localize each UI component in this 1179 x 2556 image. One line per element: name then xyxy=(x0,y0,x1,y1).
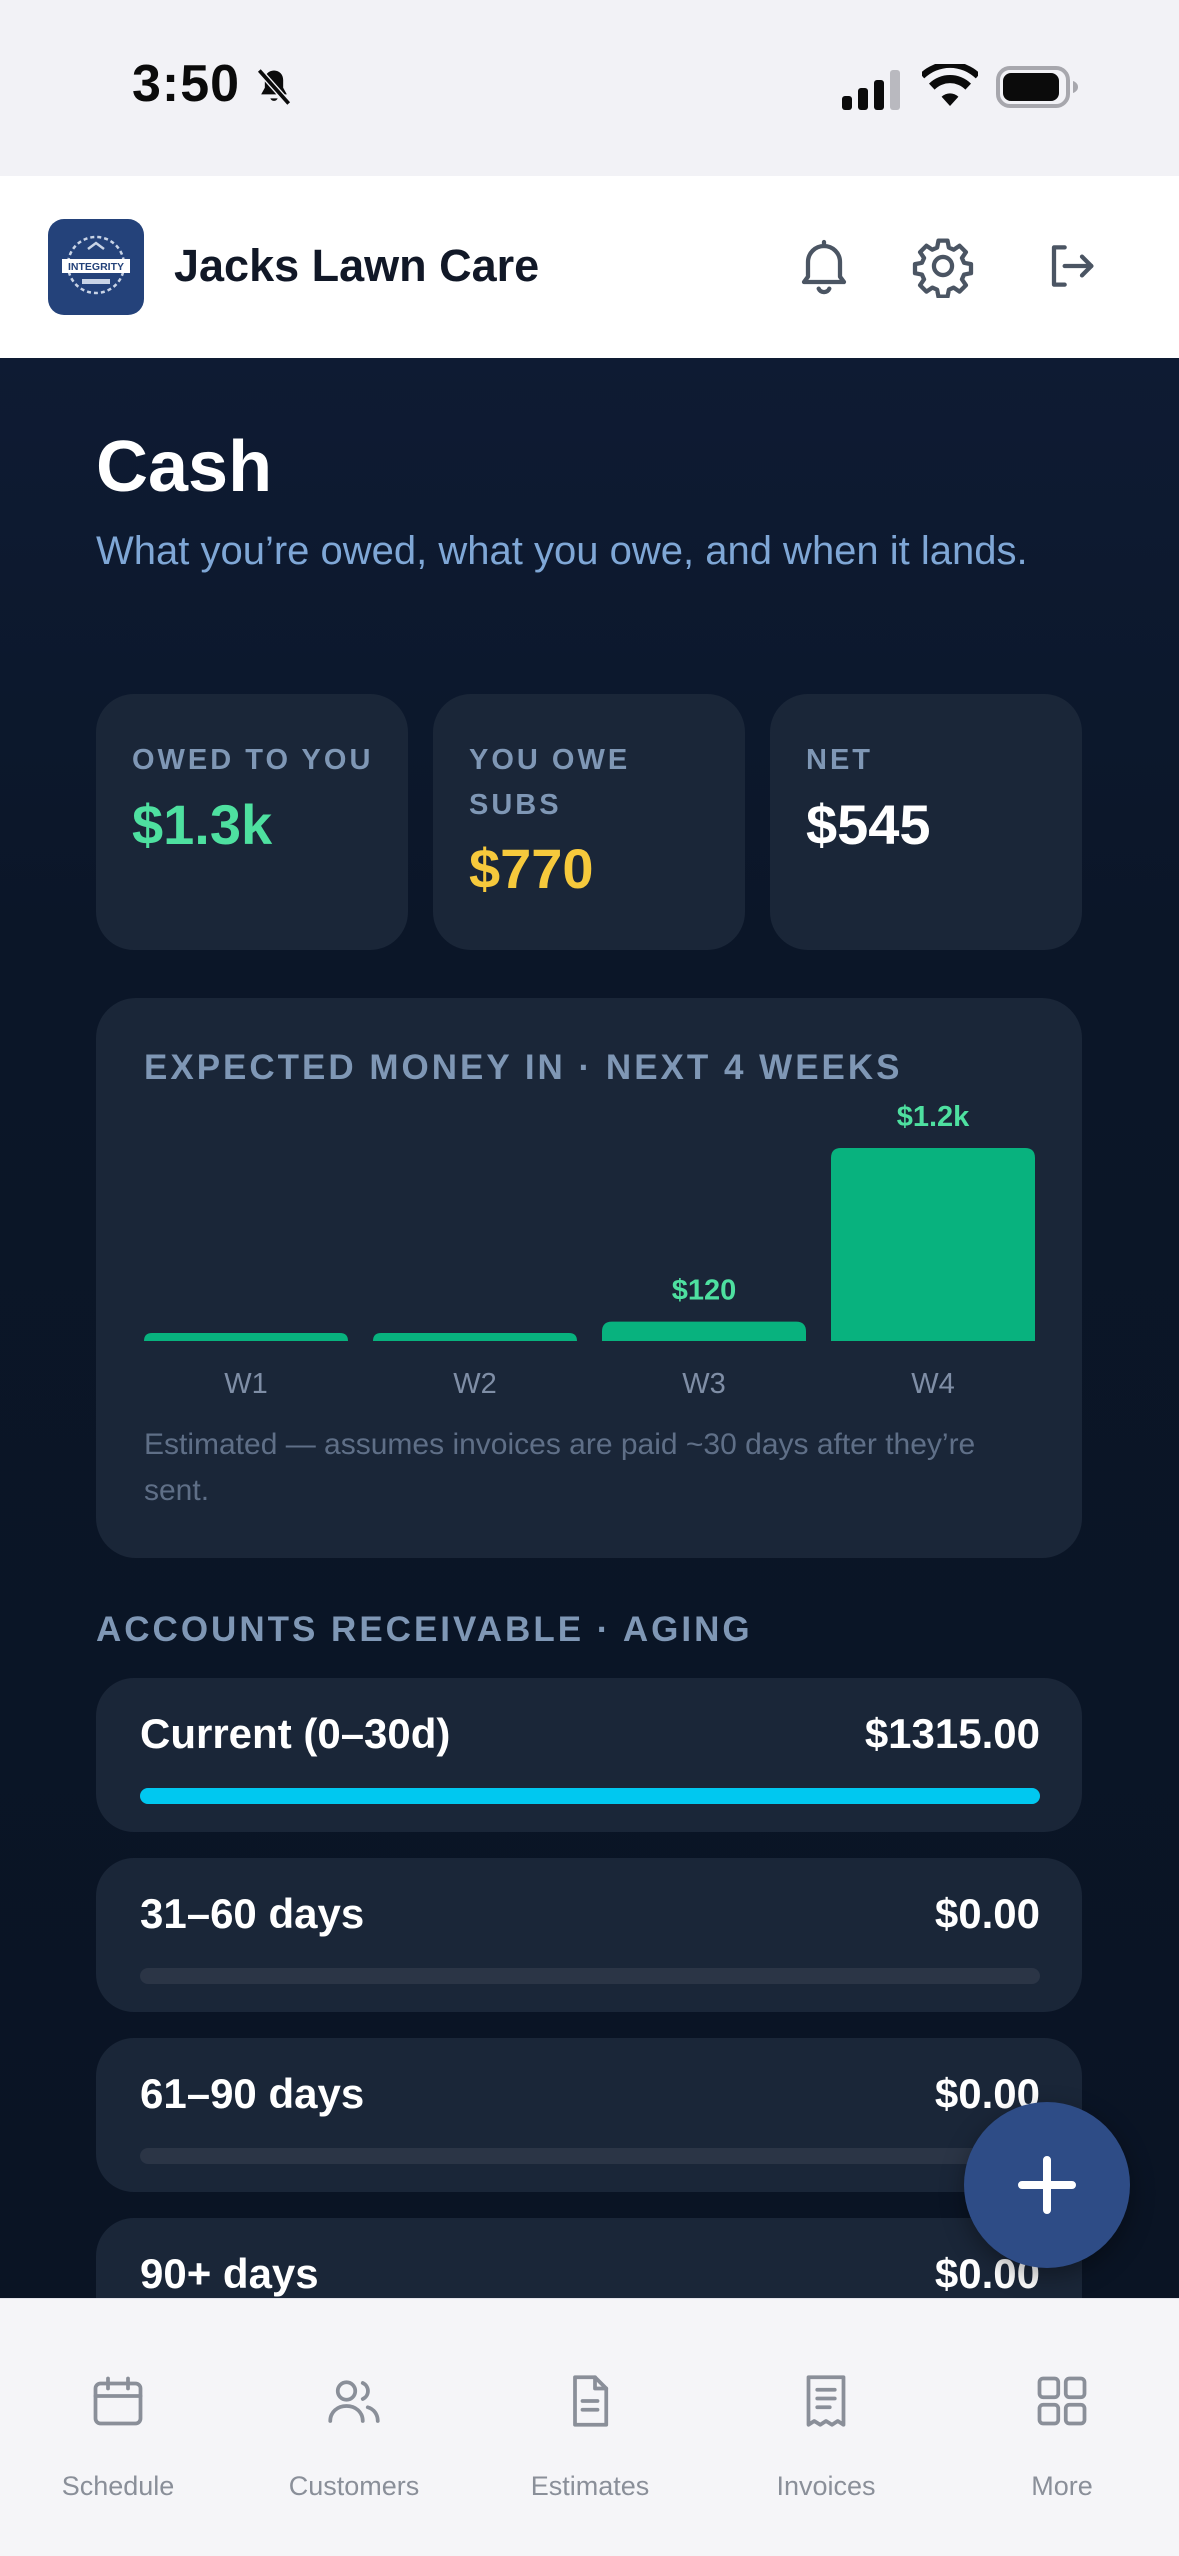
tab-label: Estimates xyxy=(530,2471,650,2501)
aging-progress-track xyxy=(140,2148,1040,2164)
aging-row-61-90[interactable]: 61–90 days $0.00 xyxy=(96,2038,1082,2192)
stat-card-net[interactable]: NET $545 xyxy=(770,694,1082,950)
app-header: INTEGRITY Jacks Lawn Care xyxy=(0,176,1179,358)
aging-label: 61–90 days xyxy=(140,2070,365,2117)
aging-row-current[interactable]: Current (0–30d) $1315.00 xyxy=(96,1678,1082,1832)
aging-row-31-60[interactable]: 31–60 days $0.00 xyxy=(96,1858,1082,2012)
expected-money-bar-chart: W1 W2 W3 $120 W4 $1.2k xyxy=(144,1101,1035,1400)
stat-label: NET xyxy=(806,744,873,776)
tab-estimates[interactable]: Estimates xyxy=(472,2299,708,2501)
wifi-icon xyxy=(922,64,978,106)
page-title: Cash xyxy=(96,427,273,507)
chart-note: Estimated — assumes invoices are paid ~3… xyxy=(144,1428,976,1507)
logout-icon[interactable] xyxy=(1038,234,1102,298)
tab-label: Schedule xyxy=(61,2471,175,2501)
page-subtitle: What you’re owed, what you owe, and when… xyxy=(96,529,1028,573)
aging-section-title: ACCOUNTS RECEIVABLE · AGING xyxy=(96,1610,753,1649)
stat-label: YOU OWE SUBS xyxy=(469,744,631,821)
calendar-icon xyxy=(93,2376,143,2426)
battery-icon xyxy=(996,66,1078,108)
chart-x-label: W3 xyxy=(682,1368,726,1400)
tab-label: More xyxy=(1031,2471,1093,2501)
document-icon xyxy=(573,2375,609,2427)
app-name: Jacks Lawn Care xyxy=(174,240,540,291)
main-content: Cash What you’re owed, what you owe, and… xyxy=(0,358,1179,2372)
stat-label: OWED TO YOU xyxy=(132,744,374,776)
logo-emblem-icon: INTEGRITY xyxy=(62,235,130,295)
chart-x-label: W4 xyxy=(911,1368,955,1400)
chart-data-label: $1.2k xyxy=(897,1101,970,1133)
status-time: 3:50 xyxy=(132,55,241,113)
chart-bar-w3 xyxy=(602,1321,806,1341)
settings-gear-icon[interactable] xyxy=(911,234,975,298)
aging-label: 31–60 days xyxy=(140,1890,365,1937)
notifications-bell-icon[interactable] xyxy=(792,234,856,298)
tab-more[interactable]: More xyxy=(944,2299,1179,2501)
tab-invoices[interactable]: Invoices xyxy=(708,2299,944,2501)
aging-label: Current (0–30d) xyxy=(140,1710,451,1757)
signal-icon xyxy=(842,70,900,110)
grid-icon xyxy=(1037,2376,1087,2426)
aging-value: $1315.00 xyxy=(864,1710,1040,1757)
chart-x-label: W2 xyxy=(453,1368,497,1400)
status-bar: 3:50 xyxy=(0,0,1179,176)
aging-label: 90+ days xyxy=(140,2250,319,2297)
tab-schedule[interactable]: Schedule xyxy=(0,2299,236,2501)
chart-x-label: W1 xyxy=(224,1368,268,1400)
chart-bar-w4 xyxy=(831,1148,1035,1341)
bottom-tab-bar: Schedule Customers Estimates Invoices Mo… xyxy=(0,2298,1179,2556)
bell-slash-icon xyxy=(256,68,292,106)
app-logo[interactable]: INTEGRITY xyxy=(48,219,144,315)
tab-label: Invoices xyxy=(776,2471,876,2501)
stat-card-you-owe-subs[interactable]: YOU OWE SUBS $770 xyxy=(433,694,745,950)
stat-card-owed-to-you[interactable]: OWED TO YOU $1.3k xyxy=(96,694,408,950)
aging-value: $0.00 xyxy=(934,1890,1040,1937)
logo-text: INTEGRITY xyxy=(68,261,124,273)
aging-progress-track xyxy=(140,1968,1040,1984)
add-fab-button[interactable] xyxy=(964,2102,1130,2268)
aging-progress-track xyxy=(140,1788,1040,1804)
stat-value-owe-subs: $770 xyxy=(469,837,594,900)
expected-money-chart-card: EXPECTED MONEY IN · NEXT 4 WEEKS W1 W2 W3 $… xyxy=(96,998,1082,1558)
aging-progress-fill xyxy=(140,1788,1040,1804)
chart-bar-w2 xyxy=(373,1333,577,1341)
chart-data-label: $120 xyxy=(672,1275,737,1307)
tab-customers[interactable]: Customers xyxy=(236,2299,472,2501)
receipt-icon xyxy=(806,2375,846,2427)
plus-icon xyxy=(1018,2156,1076,2214)
tab-label: Customers xyxy=(288,2471,420,2501)
stat-value-owed: $1.3k xyxy=(132,793,273,856)
chart-bar-w1 xyxy=(144,1333,348,1341)
users-icon xyxy=(328,2380,380,2423)
stat-value-net: $545 xyxy=(806,793,931,856)
